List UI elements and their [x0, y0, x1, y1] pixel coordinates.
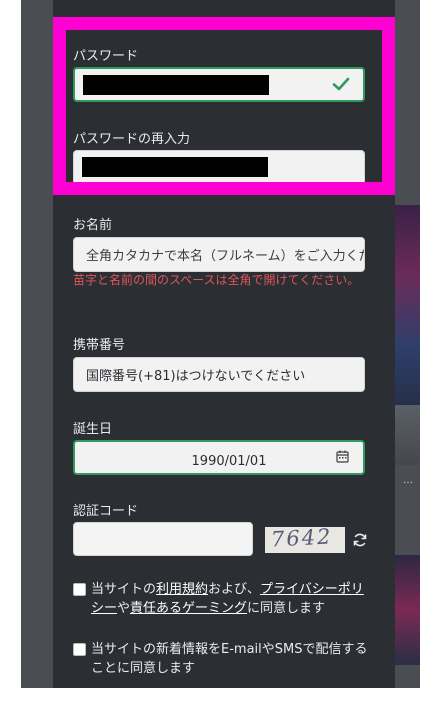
name-label: お名前: [73, 218, 113, 233]
captcha-label: 認証コード: [73, 504, 139, 519]
responsible-gaming-link[interactable]: 責任あるゲーミング: [130, 601, 247, 616]
terms-text: 当サイトの利用規約および、プライバシーポリシーや責任あるゲーミングに同意します: [91, 580, 373, 618]
newsletter-text: 当サイトの新着情報をE-mailやSMSで配信することに同意します: [91, 642, 368, 676]
newsletter-agreement: 当サイトの新着情報をE-mailやSMSで配信することに同意します: [73, 640, 373, 678]
terms-link[interactable]: 利用規約: [156, 582, 208, 597]
name-error-message: 苗字と名前の間のスペースは全角で開けてください。: [73, 273, 360, 287]
name-placeholder: 全角カタカナで本名（フルネーム）をご入力ください: [86, 249, 364, 264]
calendar-icon[interactable]: [336, 450, 349, 463]
captcha-input[interactable]: [73, 522, 253, 556]
terms-mid: および、: [208, 582, 261, 597]
background-banner: [395, 205, 420, 405]
terms-agreement: 当サイトの利用規約および、プライバシーポリシーや責任あるゲーミングに同意します: [73, 580, 373, 618]
highlight-box: [53, 17, 395, 195]
phone-input[interactable]: 国際番号(+81)はつけないでください: [73, 357, 365, 392]
terms-prefix: 当サイトの: [91, 582, 157, 597]
phone-label: 携帯番号: [73, 338, 126, 353]
birthday-value: 1990/01/01: [191, 454, 267, 469]
terms-checkbox[interactable]: [73, 583, 86, 596]
background-banner: [395, 405, 420, 465]
name-input[interactable]: 全角カタカナで本名（フルネーム）をご入力ください: [73, 237, 365, 272]
phone-placeholder: 国際番号(+81)はつけないでください: [86, 369, 306, 384]
terms-suffix: に同意します: [247, 601, 326, 616]
background-banner: [395, 555, 420, 665]
refresh-icon[interactable]: [352, 532, 368, 548]
ellipsis-icon: …: [403, 475, 413, 486]
captcha-image: 7642: [265, 527, 345, 553]
captcha-text: 7642: [270, 527, 334, 552]
terms-mid: や: [117, 601, 131, 616]
birthday-input[interactable]: 1990/01/01: [73, 440, 365, 475]
newsletter-checkbox[interactable]: [73, 643, 86, 656]
birthday-label: 誕生日: [73, 422, 113, 437]
